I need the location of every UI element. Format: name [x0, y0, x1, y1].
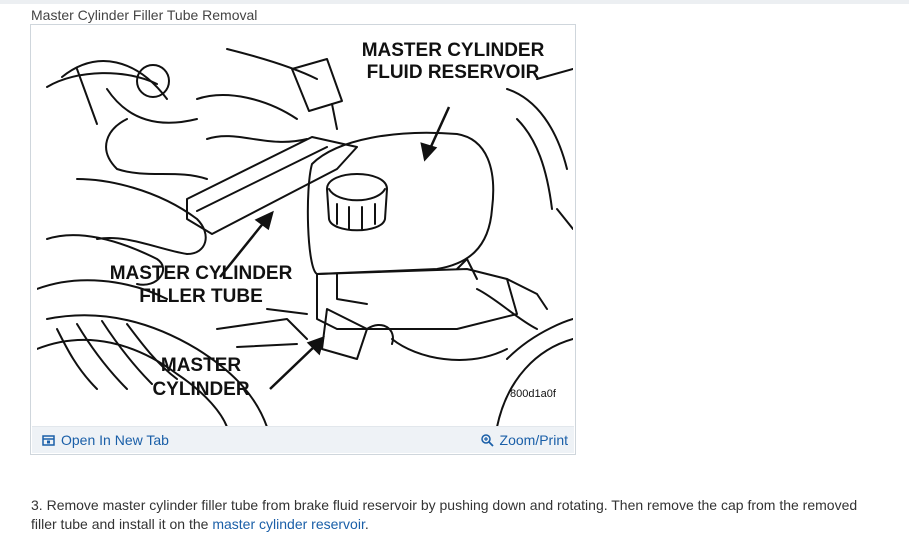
figure-toolbar: Open In New Tab Zoom/Print [32, 426, 574, 453]
step-end: . [364, 516, 369, 532]
step-number: 3. [31, 497, 43, 513]
top-bar [0, 0, 909, 4]
reservoir-label-line1: MASTER CYLINDER [362, 40, 545, 61]
zoom-print-label: Zoom/Print [499, 432, 568, 448]
line-art [37, 48, 573, 427]
reservoir-label-line2: FLUID RESERVOIR [367, 62, 540, 83]
master-cylinder-reservoir-link[interactable]: master cylinder reservoir [212, 516, 365, 532]
filler-label-line2: FILLER TUBE [139, 286, 263, 307]
zoom-icon [480, 433, 494, 447]
master-label-line2: CYLINDER [152, 379, 249, 400]
filler-label-line1: MASTER CYLINDER [110, 263, 293, 284]
open-in-new-tab-link[interactable]: Open In New Tab [42, 432, 169, 448]
master-cylinder-illustration: MASTER CYLINDER FLUID RESERVOIR MASTER C… [37, 40, 573, 427]
figure-caption: Master Cylinder Filler Tube Removal [31, 7, 258, 23]
figure-box: MASTER CYLINDER FLUID RESERVOIR MASTER C… [30, 24, 576, 455]
master-label-line1: MASTER [161, 355, 242, 376]
figure-code: 800d1a0f [510, 388, 557, 400]
open-in-new-tab-icon [42, 434, 55, 446]
step-text: Remove master cylinder filler tube from … [31, 497, 858, 532]
zoom-print-link[interactable]: Zoom/Print [480, 432, 568, 448]
instruction-step: 3. Remove master cylinder filler tube fr… [31, 496, 881, 534]
open-in-new-tab-label: Open In New Tab [61, 432, 169, 448]
